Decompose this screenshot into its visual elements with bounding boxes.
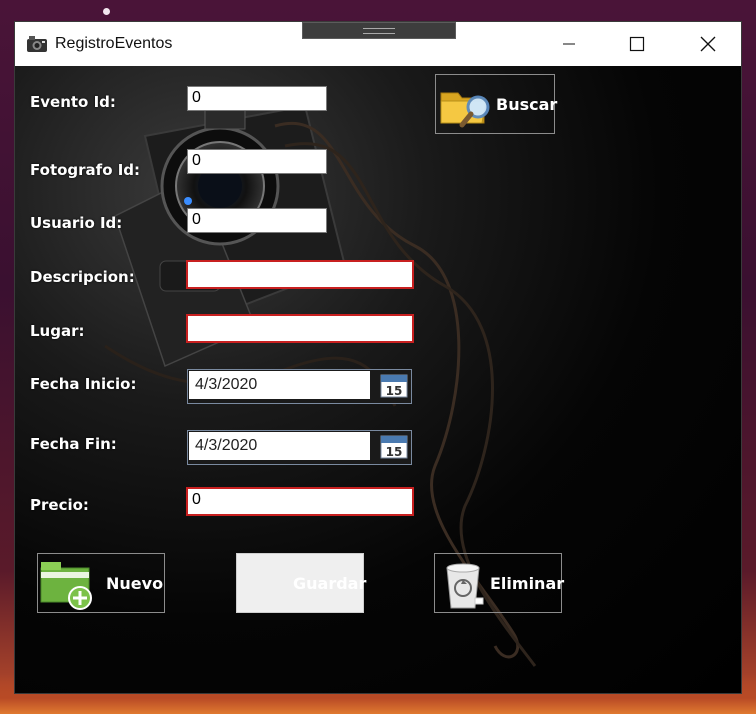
lugar-input[interactable]	[186, 314, 414, 343]
nuevo-button-label: Nuevo	[106, 574, 164, 593]
close-button[interactable]	[685, 22, 731, 66]
window-title: RegistroEventos	[55, 35, 173, 52]
camera-icon	[27, 36, 47, 52]
fecha-fin-datepicker[interactable]: 4/3/2020 15	[187, 430, 412, 465]
fecha-fin-label: Fecha Fin:	[30, 435, 117, 453]
fecha-inicio-value[interactable]: 4/3/2020	[189, 371, 370, 399]
recycle-bin-icon	[446, 563, 484, 609]
precio-input[interactable]: 0	[186, 487, 414, 516]
eliminar-button[interactable]: Eliminar	[434, 553, 565, 613]
drag-handle[interactable]	[302, 22, 456, 39]
eliminar-button-label: Eliminar	[490, 574, 565, 593]
maximize-button[interactable]	[614, 22, 660, 66]
evento-id-input[interactable]: 0	[187, 86, 327, 111]
usuario-id-label: Usuario Id:	[30, 214, 123, 232]
descripcion-input[interactable]	[186, 260, 414, 289]
precio-label: Precio:	[30, 496, 89, 514]
guardar-button[interactable]: Guardar	[236, 553, 367, 613]
calendar-icon[interactable]: 15	[379, 433, 409, 460]
buscar-button[interactable]: Buscar	[435, 74, 558, 134]
app-window: RegistroEventos Evento Id: 0 Buscar Foto…	[14, 21, 742, 694]
maximize-icon	[629, 36, 645, 52]
calendar-day: 15	[386, 384, 403, 398]
new-folder-icon	[40, 562, 92, 610]
desktop-dot	[103, 8, 110, 15]
minimize-icon	[563, 43, 575, 45]
folder-search-icon	[440, 92, 490, 128]
fotografo-id-label: Fotografo Id:	[30, 161, 141, 179]
lugar-label: Lugar:	[30, 322, 85, 340]
fecha-inicio-datepicker[interactable]: 4/3/2020 15	[187, 369, 412, 404]
nuevo-button[interactable]: Nuevo	[37, 553, 165, 613]
fotografo-id-input[interactable]: 0	[187, 149, 327, 174]
minimize-button[interactable]	[546, 22, 592, 66]
form-area: Evento Id: 0 Buscar Fotografo Id: 0 Usua…	[15, 66, 741, 693]
title-bar[interactable]: RegistroEventos	[15, 22, 741, 66]
guardar-button-label: Guardar	[293, 574, 367, 593]
buscar-button-label: Buscar	[496, 95, 558, 114]
close-icon	[700, 36, 716, 52]
evento-id-label: Evento Id:	[30, 93, 116, 111]
calendar-icon[interactable]: 15	[379, 372, 409, 399]
fecha-inicio-label: Fecha Inicio:	[30, 375, 137, 393]
calendar-day: 15	[386, 445, 403, 459]
descripcion-label: Descripcion:	[30, 268, 135, 286]
usuario-id-input[interactable]: 0	[187, 208, 327, 233]
fecha-fin-value[interactable]: 4/3/2020	[189, 432, 370, 460]
